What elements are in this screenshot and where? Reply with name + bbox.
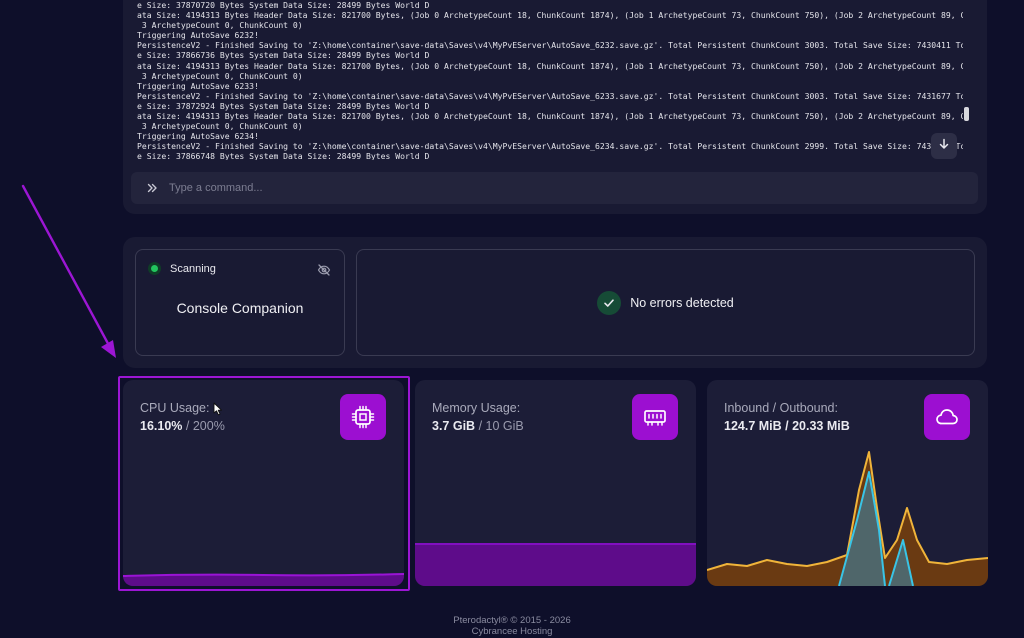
chevrons-right-icon bbox=[139, 183, 165, 193]
scan-status-label: Scanning bbox=[170, 262, 216, 275]
console-line: Triggering AutoSave 6232! bbox=[137, 30, 259, 41]
cpu-usage-graph bbox=[123, 573, 404, 586]
scroll-to-bottom-button[interactable] bbox=[931, 133, 957, 159]
console-line: ata Size: 4194313 Bytes Header Data Size… bbox=[137, 10, 963, 21]
eye-off-icon[interactable] bbox=[316, 262, 332, 278]
console-line: PersistenceV2 - Finished Saving to 'Z:\h… bbox=[137, 40, 963, 51]
console-log: e Size: 37870720 Bytes System Data Size:… bbox=[137, 0, 963, 160]
check-icon bbox=[597, 290, 622, 315]
console-line: ata Size: 4194313 Bytes Header Data Size… bbox=[137, 111, 963, 122]
console-line: ata Size: 4194313 Bytes Header Data Size… bbox=[137, 60, 963, 71]
cpu-usage-card: CPU Usage: 16.10% / 200% bbox=[123, 380, 404, 586]
console-line: e Size: 37872924 Bytes System Data Size:… bbox=[137, 100, 430, 111]
console-scrollbar[interactable] bbox=[964, 107, 969, 121]
footer-copyright: Pterodactyl® © 2015 - 2026 bbox=[453, 615, 571, 626]
memory-usage-card: Memory Usage: 3.7 GiB / 10 GiB bbox=[415, 380, 696, 586]
status-dot-icon bbox=[148, 262, 161, 275]
console-line: PersistenceV2 - Finished Saving to 'Z:\h… bbox=[137, 141, 963, 152]
footer-hosting: Cybrancee Hosting bbox=[471, 626, 553, 637]
console-line: 3 ArchetypeCount 0, ChunkCount 0) bbox=[137, 121, 303, 132]
memory-usage-limit: / 10 GiB bbox=[478, 419, 524, 433]
console-line: Triggering AutoSave 6234! bbox=[137, 131, 259, 142]
companion-title: Console Companion bbox=[176, 300, 304, 316]
errors-card: No errors detected bbox=[356, 249, 975, 356]
memory-usage-value: 3.7 GiB / 10 GiB bbox=[432, 419, 524, 433]
console-line: 3 ArchetypeCount 0, ChunkCount 0) bbox=[137, 70, 303, 81]
console-panel: e Size: 37870720 Bytes System Data Size:… bbox=[123, 0, 987, 214]
memory-usage-label: Memory Usage: bbox=[432, 401, 521, 415]
console-line: e Size: 37866736 Bytes System Data Size:… bbox=[137, 50, 430, 61]
console-companion-card: Scanning Console Companion bbox=[135, 249, 345, 356]
errors-status-text: No errors detected bbox=[630, 295, 734, 310]
footer: Pterodactyl® © 2015 - 2026 Cybrancee Hos… bbox=[0, 615, 1024, 637]
memory-stick-icon bbox=[632, 394, 678, 440]
scan-status: Scanning bbox=[148, 262, 216, 275]
command-bar bbox=[131, 172, 978, 204]
companion-panel: Scanning Console Companion No errors det… bbox=[123, 237, 987, 368]
network-usage-graph bbox=[707, 451, 988, 586]
network-usage-card: Inbound / Outbound: 124.7 MiB / 20.33 Mi… bbox=[707, 380, 988, 586]
mouse-cursor-icon bbox=[213, 402, 222, 416]
annotation-arrow bbox=[21, 184, 116, 358]
console-line: 3 ArchetypeCount 0, ChunkCount 0) bbox=[137, 20, 303, 31]
console-line: Triggering AutoSave 6233! bbox=[137, 80, 259, 91]
arrow-down-icon bbox=[938, 137, 950, 155]
command-input[interactable] bbox=[165, 172, 978, 204]
memory-usage-fill bbox=[415, 543, 696, 586]
console-line: e Size: 37866748 Bytes System Data Size:… bbox=[137, 151, 430, 160]
memory-usage-current: 3.7 GiB bbox=[432, 419, 476, 433]
console-line: PersistenceV2 - Finished Saving to 'Z:\h… bbox=[137, 90, 963, 101]
console-line: e Size: 37870720 Bytes System Data Size:… bbox=[137, 0, 430, 10]
